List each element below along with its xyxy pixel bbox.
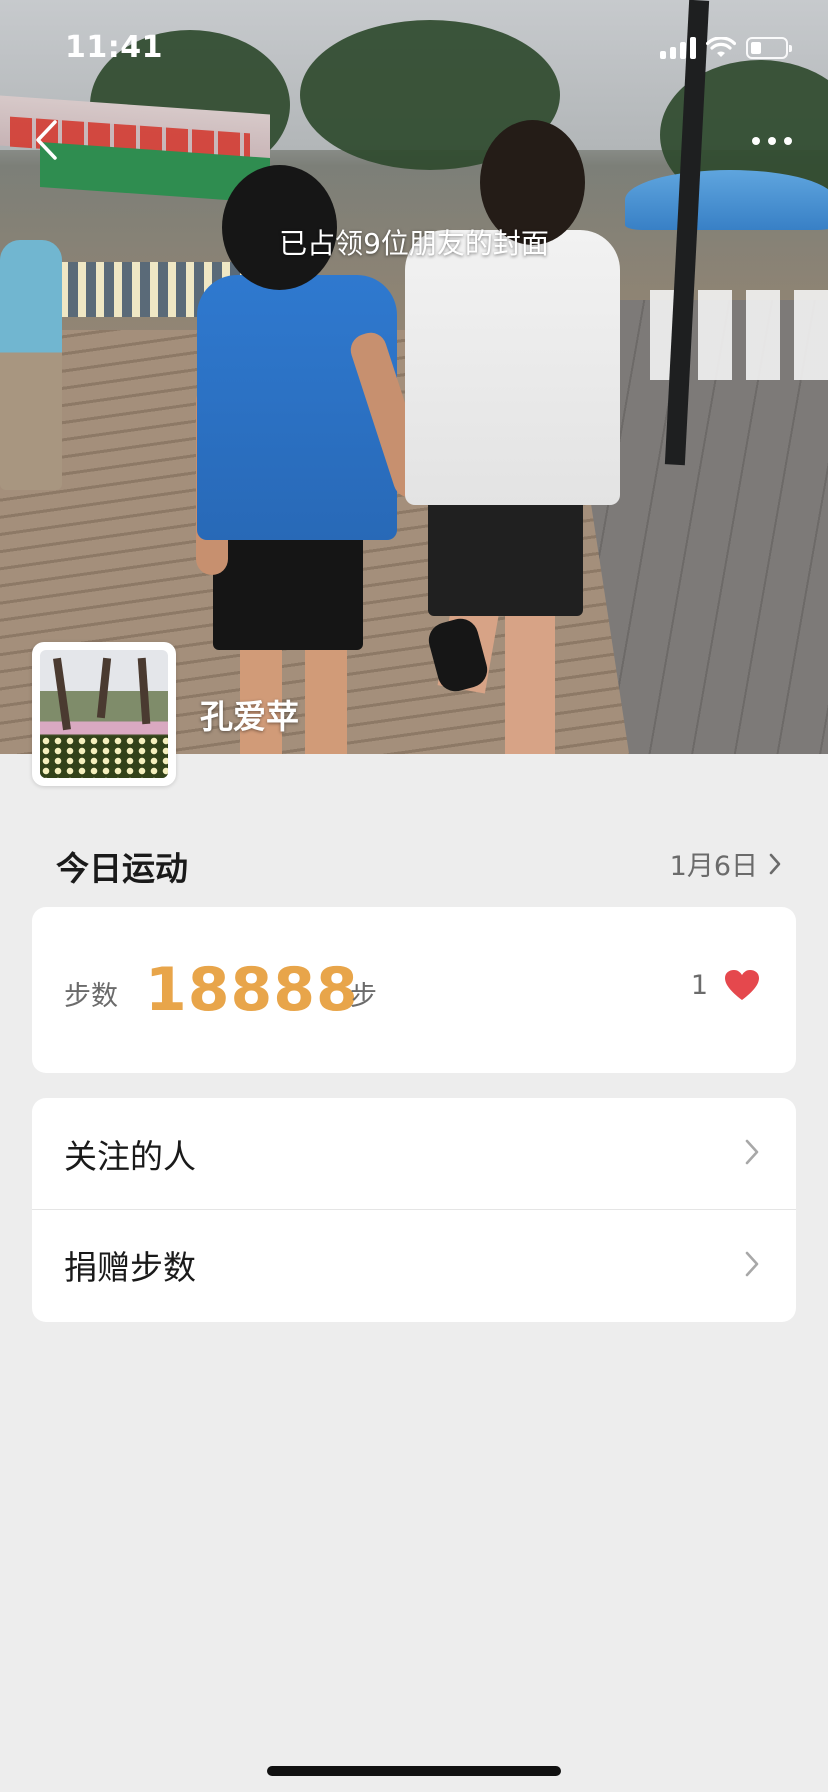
cover-passerby	[0, 240, 62, 490]
date-selector[interactable]: 1月6日	[670, 844, 782, 883]
menu-card: 关注的人 捐赠步数	[32, 1098, 796, 1322]
menu-item-donate-steps[interactable]: 捐赠步数	[32, 1209, 796, 1320]
steps-unit: 步	[350, 981, 377, 1012]
more-button[interactable]	[744, 126, 800, 156]
ellipsis-icon	[752, 137, 760, 145]
avatar[interactable]	[32, 642, 176, 786]
like-count: 1	[690, 969, 708, 1001]
chevron-right-icon	[769, 853, 781, 874]
signal-icon	[660, 37, 696, 59]
back-button[interactable]	[26, 114, 66, 166]
menu-item-following[interactable]: 关注的人	[32, 1098, 796, 1209]
today-header: 今日运动 1月6日	[56, 838, 782, 888]
avatar-image	[40, 650, 168, 778]
cover-caption: 已占领9位朋友的封面	[279, 227, 549, 260]
home-indicator[interactable]	[267, 1766, 561, 1776]
status-icons	[660, 36, 792, 60]
ellipsis-icon	[784, 137, 792, 145]
wifi-icon	[706, 37, 736, 57]
profile-name: 孔爱苹	[200, 697, 299, 736]
chevron-left-icon	[36, 120, 57, 160]
like-button[interactable]: 1	[691, 969, 760, 1001]
cover-person	[505, 600, 555, 754]
cover-person	[405, 230, 620, 505]
heart-icon	[725, 970, 759, 1000]
battery-icon	[746, 37, 792, 59]
cover-person	[305, 640, 347, 754]
cover-person	[197, 275, 397, 540]
ellipsis-icon	[768, 137, 776, 145]
date-label: 1月6日	[669, 851, 758, 882]
today-title: 今日运动	[56, 849, 188, 888]
cover-umbrella	[625, 170, 828, 230]
cover-photo[interactable]	[0, 0, 828, 754]
status-time: 11:41	[65, 30, 163, 65]
chevron-right-icon	[745, 1251, 759, 1277]
menu-item-label: 捐赠步数	[64, 1248, 196, 1287]
steps-card[interactable]: 步数 18888 步 1	[32, 907, 796, 1073]
status-bar: 11:41	[0, 0, 828, 88]
steps-label: 步数	[64, 981, 118, 1012]
steps-value: 18888	[145, 955, 359, 1025]
menu-item-label: 关注的人	[64, 1136, 196, 1176]
chevron-right-icon	[745, 1139, 759, 1165]
